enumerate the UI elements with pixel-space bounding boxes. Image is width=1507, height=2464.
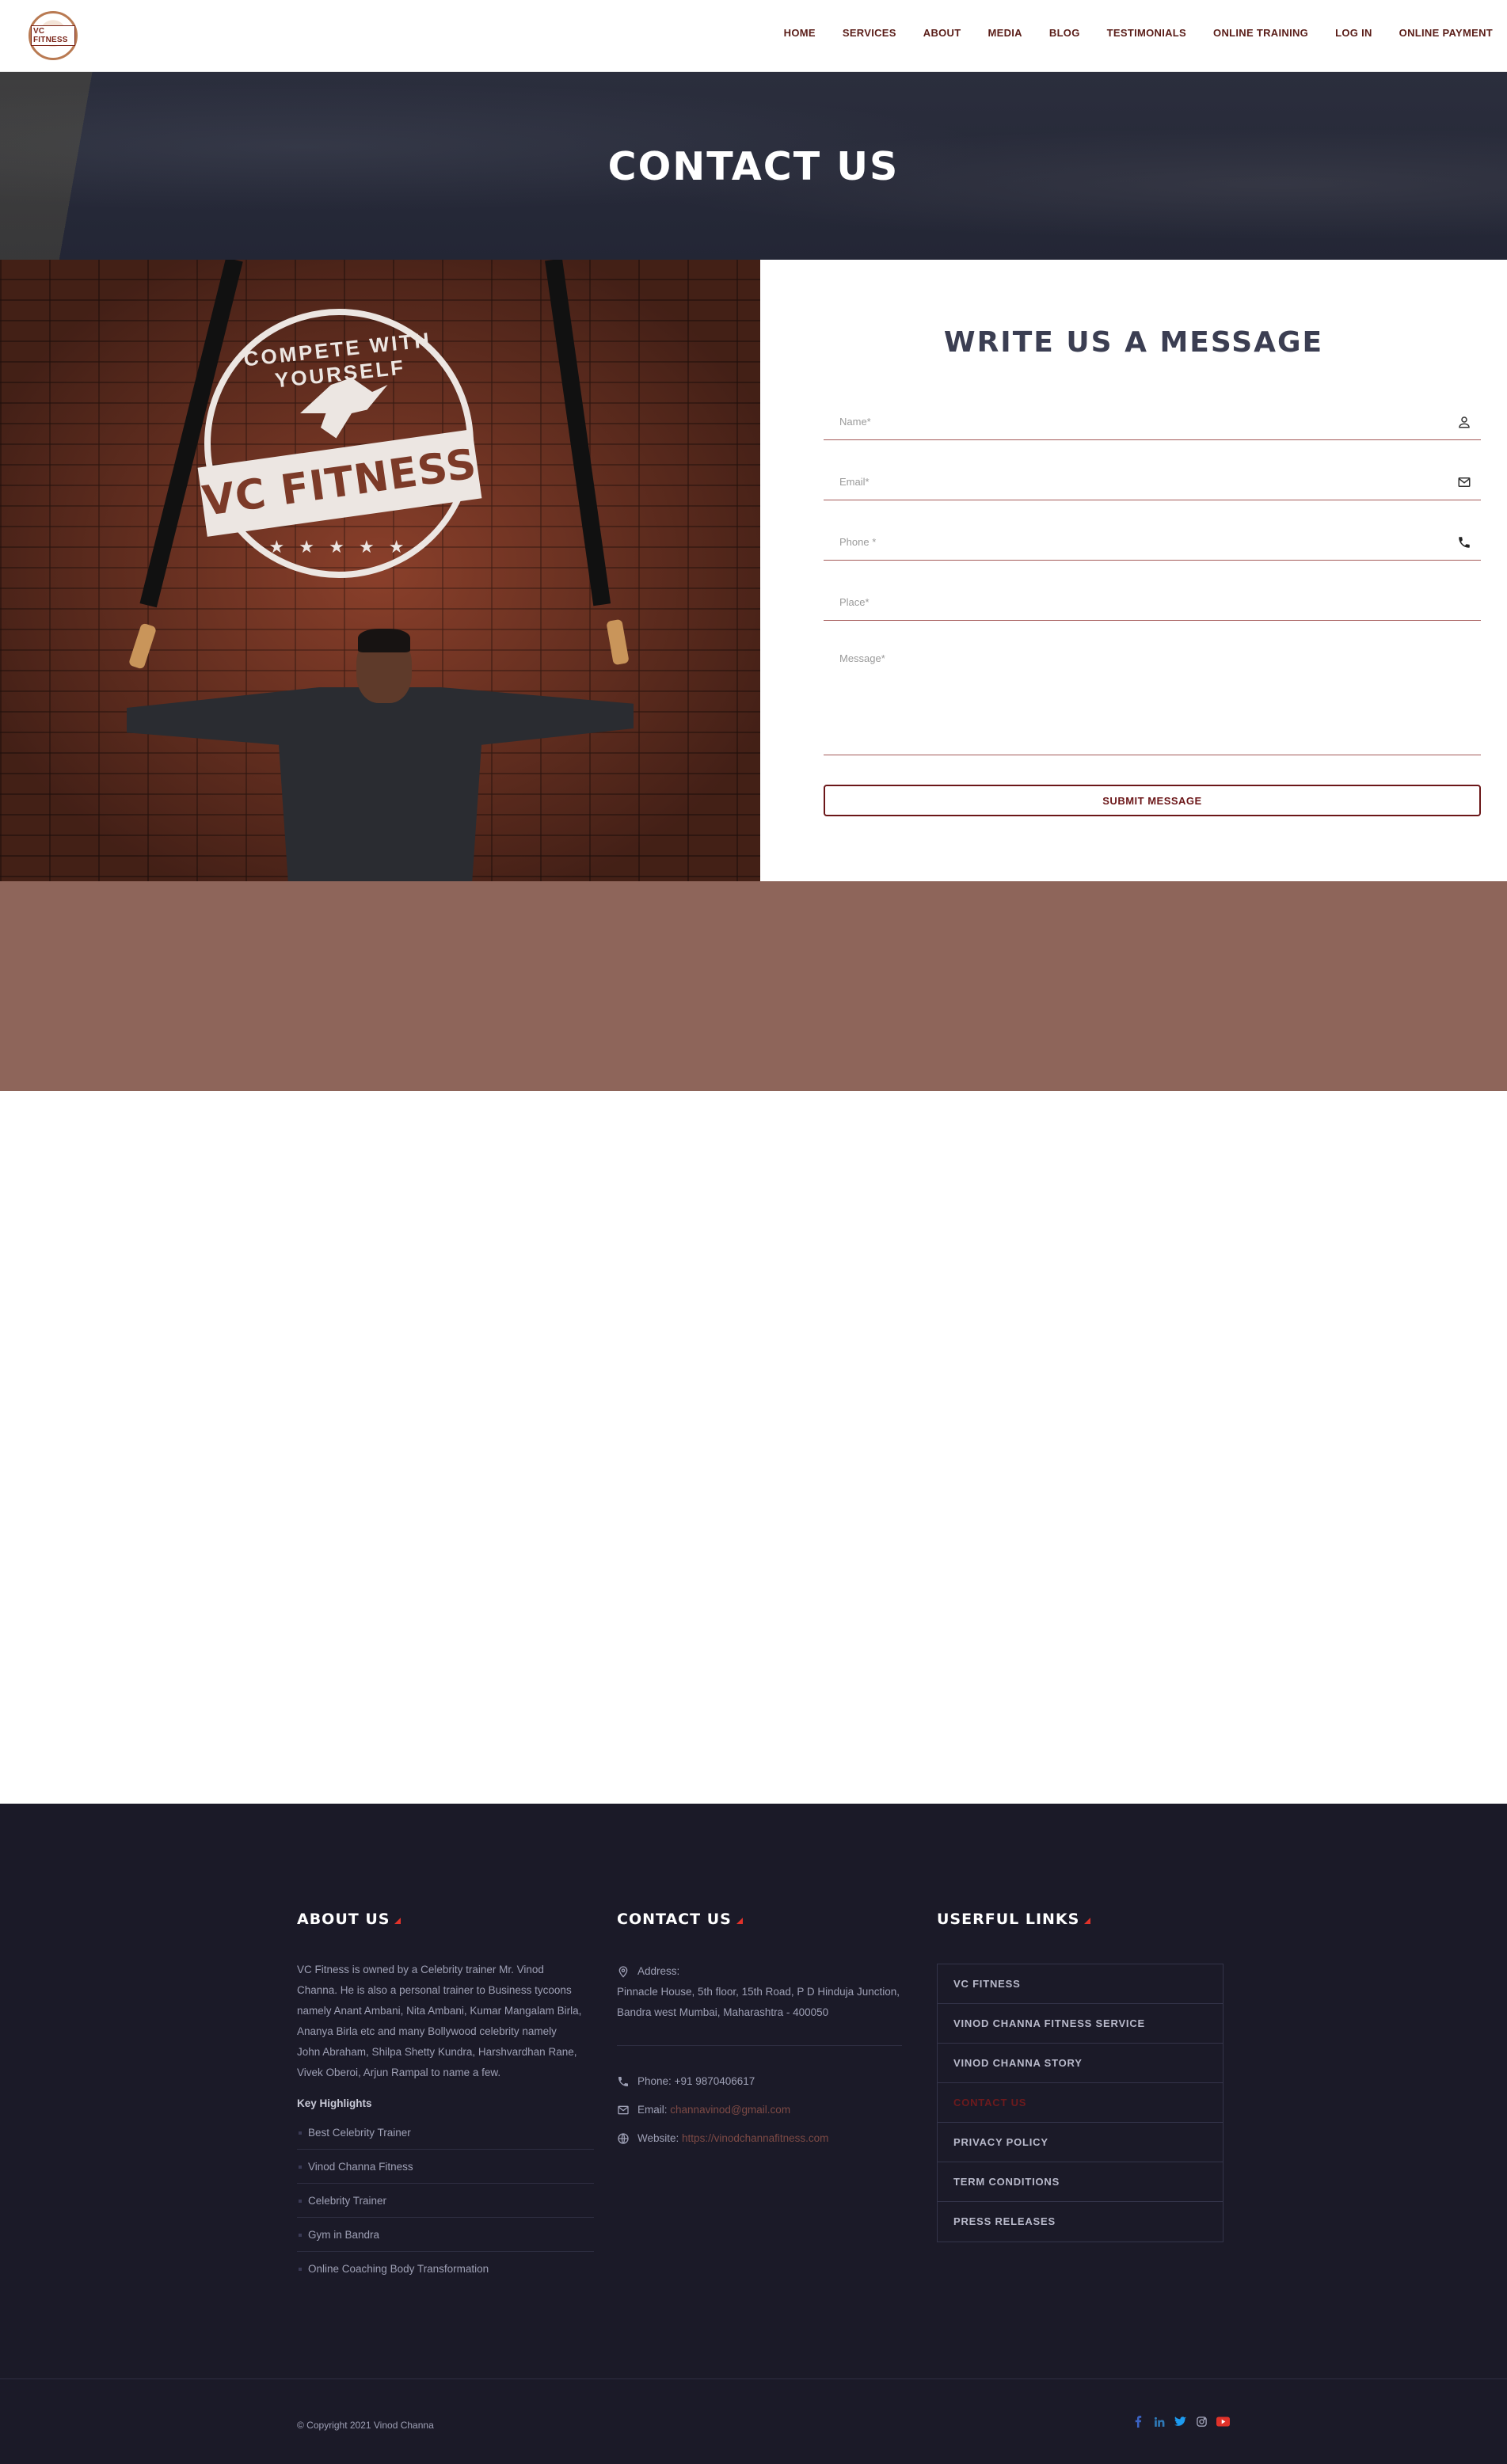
phone-row: Phone: +91 9870406617	[617, 2071, 902, 2092]
map-band	[0, 881, 1507, 1091]
website-label: Website:	[637, 2132, 679, 2144]
email-link[interactable]: channavinod@gmail.com	[670, 2100, 790, 2120]
emblem-stars: ★ ★ ★ ★ ★	[268, 537, 409, 557]
key-highlights-list: Best Celebrity Trainer Vinod Channa Fitn…	[297, 2116, 594, 2286]
email-row: Email: channavinod@gmail.com	[617, 2100, 902, 2120]
twitter-icon[interactable]	[1174, 2415, 1187, 2428]
contact-form-panel: WRITE US A MESSAGE SUBMIT MESSAGE	[760, 260, 1507, 881]
submit-message-button[interactable]: SUBMIT MESSAGE	[824, 785, 1481, 816]
link-vinod-channa-story[interactable]: VINOD CHANNA STORY	[938, 2044, 1223, 2083]
phone-label: Phone:	[637, 2075, 672, 2087]
phone-input[interactable]	[824, 524, 1481, 560]
email-label: Email:	[637, 2104, 668, 2116]
link-vinod-channa-fitness-service[interactable]: VINOD CHANNA FITNESS SERVICE	[938, 2004, 1223, 2044]
message-field	[824, 641, 1481, 755]
footer-links: USERFUL LINKS VC FITNESS VINOD CHANNA FI…	[937, 1911, 1223, 2242]
link-contact-us[interactable]: CONTACT US	[938, 2083, 1223, 2123]
emblem-banner: VC FITNESS	[197, 429, 482, 537]
nav-home[interactable]: HOME	[784, 27, 816, 39]
trainer-body	[127, 687, 634, 881]
link-privacy-policy[interactable]: PRIVACY POLICY	[938, 2123, 1223, 2162]
address-block: Address: Pinnacle House, 5th floor, 15th…	[617, 1961, 902, 2046]
footer-contact: CONTACT US Address: Pinnacle House, 5th …	[617, 1911, 902, 2157]
address-label: Address:	[637, 1965, 680, 1977]
address-row: Address:	[617, 1961, 902, 1982]
name-input[interactable]	[824, 404, 1481, 439]
instagram-icon[interactable]	[1195, 2415, 1208, 2428]
list-item: Online Coaching Body Transformation	[297, 2252, 594, 2286]
page-title: CONTACT US	[607, 144, 900, 189]
phone-icon	[1459, 537, 1470, 548]
trainer-hair	[358, 629, 410, 652]
page-hero: CONTACT US	[0, 71, 1507, 260]
gym-ring-right	[606, 618, 630, 666]
site-footer: ABOUT US VC Fitness is owned by a Celebr…	[0, 1804, 1507, 2464]
list-item: Best Celebrity Trainer	[297, 2116, 594, 2150]
website-link[interactable]: https://vinodchannafitness.com	[682, 2128, 828, 2149]
nav-online-payment[interactable]: ONLINE PAYMENT	[1399, 27, 1493, 39]
nav-online-training[interactable]: ONLINE TRAINING	[1213, 27, 1308, 39]
social-links	[1131, 2415, 1230, 2428]
globe-icon	[618, 2133, 629, 2144]
copyright-text: © Copyright 2021 Vinod Channa	[297, 2420, 434, 2431]
nav-about[interactable]: ABOUT	[923, 27, 961, 39]
footer-divider	[0, 2378, 1507, 2379]
trainer-photo: COMPETE WITH YOURSELF VC FITNESS ★ ★ ★ ★…	[0, 260, 760, 881]
link-term-conditions[interactable]: TERM CONDITIONS	[938, 2162, 1223, 2202]
form-title: WRITE US A MESSAGE	[943, 326, 1324, 359]
phone-number: +91 9870406617	[674, 2075, 755, 2087]
suspension-strap-right	[545, 260, 611, 606]
link-press-releases[interactable]: PRESS RELEASES	[938, 2202, 1223, 2242]
map-pin-icon	[618, 1966, 628, 1978]
footer-links-heading: USERFUL LINKS	[937, 1911, 1223, 1928]
contact-list: Phone: +91 9870406617 Email: channavinod…	[617, 2071, 902, 2149]
nav-log-in[interactable]: LOG IN	[1335, 27, 1372, 39]
heading-accent-icon	[394, 1918, 401, 1924]
site-logo[interactable]: VC FITNESS	[29, 11, 78, 60]
nav-testimonials[interactable]: TESTIMONIALS	[1107, 27, 1186, 39]
user-icon	[1459, 416, 1470, 428]
vc-fitness-emblem: COMPETE WITH YOURSELF VC FITNESS ★ ★ ★ ★…	[197, 309, 482, 578]
envelope-icon	[618, 2105, 629, 2115]
youtube-icon[interactable]	[1216, 2415, 1230, 2428]
site-header: VC FITNESS HOME SERVICES ABOUT MEDIA BLO…	[0, 0, 1507, 71]
nav-media[interactable]: MEDIA	[988, 27, 1022, 39]
place-field	[824, 584, 1481, 621]
footer-about-heading: ABOUT US	[297, 1911, 594, 1928]
heading-accent-icon	[736, 1918, 743, 1924]
email-input[interactable]	[824, 464, 1481, 500]
emblem-banner-text: VC FITNESS	[200, 440, 480, 526]
nav-blog[interactable]: BLOG	[1049, 27, 1080, 39]
envelope-icon	[1458, 477, 1471, 487]
list-item: Celebrity Trainer	[297, 2184, 594, 2218]
website-row: Website: https://vinodchannafitness.com	[617, 2128, 902, 2149]
useful-links-list: VC FITNESS VINOD CHANNA FITNESS SERVICE …	[937, 1964, 1223, 2242]
name-field	[824, 404, 1481, 440]
address-text: Pinnacle House, 5th floor, 15th Road, P …	[617, 1986, 900, 2018]
facebook-icon[interactable]	[1131, 2415, 1144, 2428]
heading-accent-icon	[1084, 1918, 1091, 1924]
list-item: Vinod Channa Fitness	[297, 2150, 594, 2184]
main-nav: HOME SERVICES ABOUT MEDIA BLOG TESTIMONI…	[757, 27, 1493, 39]
linkedin-icon[interactable]	[1152, 2415, 1166, 2428]
about-text: VC Fitness is owned by a Celebrity train…	[297, 1964, 582, 2078]
list-item: Gym in Bandra	[297, 2218, 594, 2252]
key-highlights-heading: Key Highlights	[297, 2097, 372, 2109]
footer-about: ABOUT US VC Fitness is owned by a Celebr…	[297, 1911, 594, 2286]
logo-text: VC FITNESS	[31, 25, 75, 46]
message-input[interactable]	[824, 641, 1481, 755]
email-field	[824, 464, 1481, 500]
place-input[interactable]	[824, 584, 1481, 620]
phone-icon	[618, 2077, 628, 2086]
gym-ring-left	[127, 622, 158, 670]
nav-services[interactable]: SERVICES	[843, 27, 896, 39]
link-vc-fitness[interactable]: VC FITNESS	[938, 1964, 1223, 2004]
footer-contact-heading: CONTACT US	[617, 1911, 902, 1928]
phone-field	[824, 524, 1481, 561]
empty-section	[0, 1091, 1507, 1804]
